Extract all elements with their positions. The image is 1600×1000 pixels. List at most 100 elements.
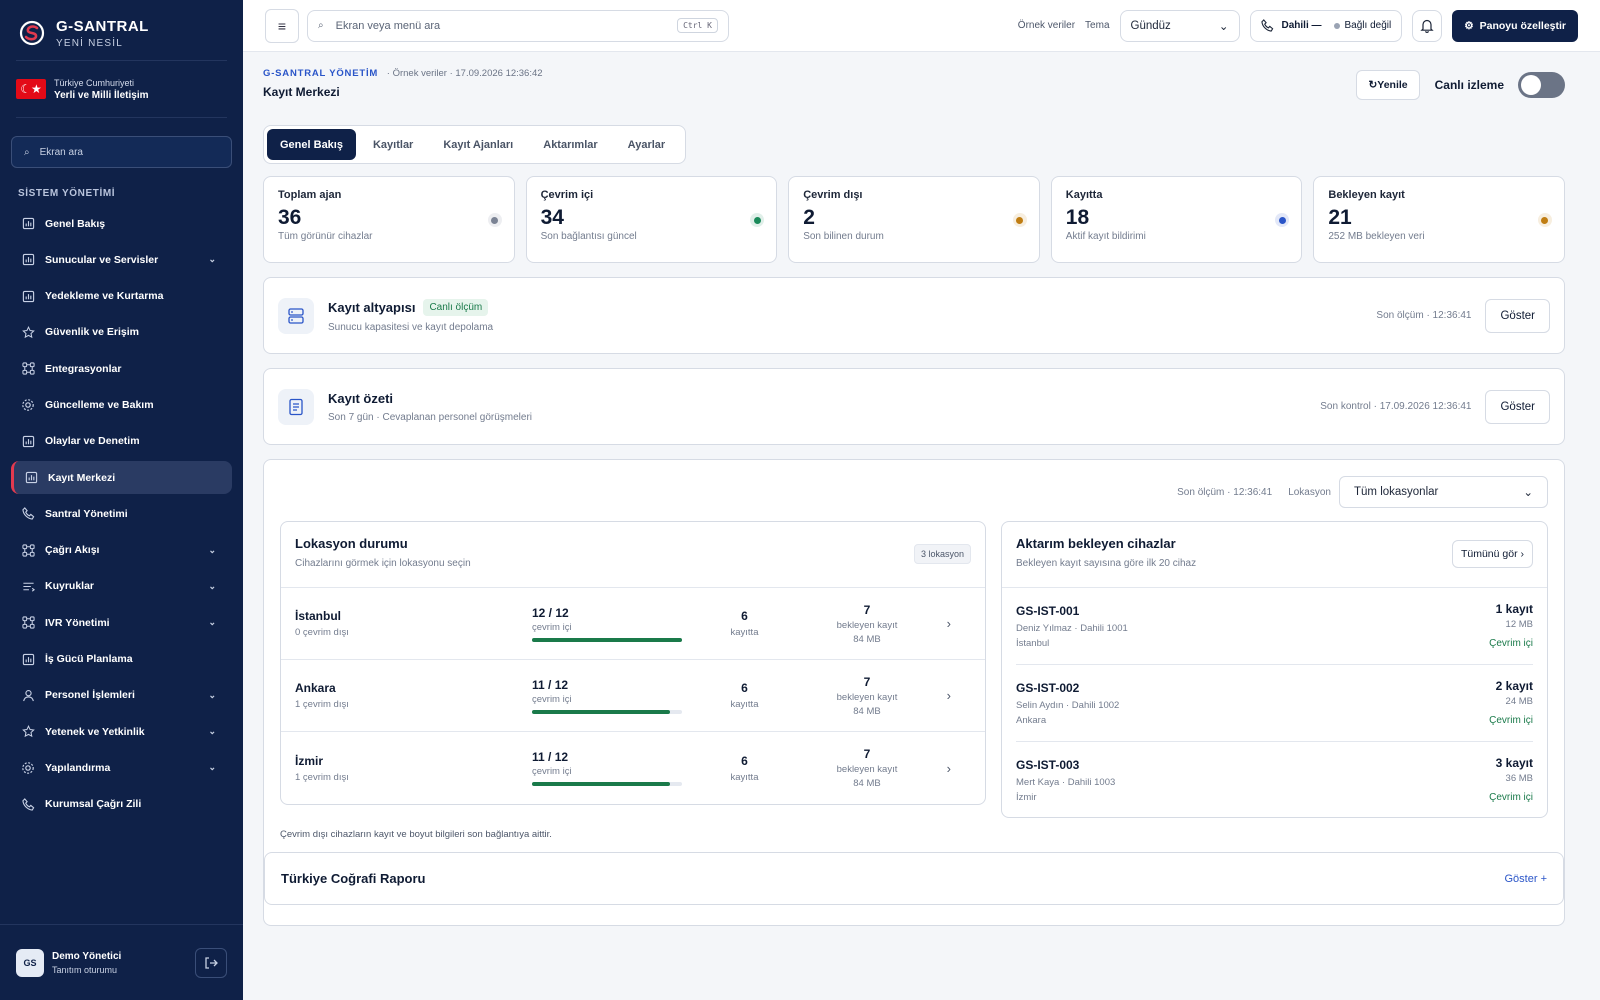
global-search-input[interactable]: ⌕ Ekran veya menü ara Ctrl K (307, 9, 729, 42)
menu-toggle-button[interactable]: ≡ (265, 8, 299, 43)
device-row[interactable]: GS-IST-003 Mert Kaya · Dahili 1003 İzmir 3 … (1016, 742, 1533, 819)
sidebar-item-label: Santral Yönetimi (45, 507, 128, 520)
online-count: 11 / 12 (532, 750, 569, 764)
location-name: İzmir (295, 753, 324, 768)
stat-label: Çevrim içi (540, 189, 594, 201)
chevron-down-icon: ⌄ (208, 617, 216, 628)
sidebar-item-güvenlik-ve-erişim[interactable]: Güvenlik ve Erişim (11, 316, 232, 349)
location-row[interactable]: Ankara 1 çevrim dışı 11 / 12 çevrim içi 6 kay… (281, 660, 985, 732)
location-count-badge: 3 lokasyon (913, 544, 971, 564)
main: ≡ ⌕ Ekran veya menü ara Ctrl K Örnek ver… (243, 0, 1600, 1000)
turkey-flag-icon: ☾★ (16, 79, 46, 99)
tab-3[interactable]: Aktarımlar (530, 129, 610, 160)
stat-card[interactable]: Kayıtta 18 Aktif kayıt bildirimi (1050, 176, 1303, 263)
location-name: İstanbul (295, 609, 342, 623)
breadcrumb-system[interactable]: G-SANTRAL YÖNETİM (263, 68, 378, 79)
location-row[interactable]: İzmir 1 çevrim dışı 11 / 12 çevrim içi 6 kayı… (281, 732, 985, 804)
stat-subtitle: Son bağlantısı güncel (540, 231, 637, 242)
location-pending: 7 bekleyen kayıt 84 MB (807, 747, 927, 789)
location-recording: 6 kayıtta (696, 754, 793, 783)
status-dot (1333, 22, 1340, 29)
sidebar-item-label: Olaylar ve Denetim (45, 435, 140, 448)
stat-card[interactable]: Çevrim dışı 2 Son bilinen durum (788, 176, 1040, 263)
infrastructure-title-row: Kayıt altyapısı Canlı ölçüm (328, 298, 493, 316)
location-select[interactable]: Tüm lokasyonlar ⌄ (1339, 476, 1548, 508)
see-all-button[interactable]: Tümünü gör › (1451, 540, 1533, 568)
summary-timestamp: Son kontrol · 17.09.2026 12:36:41 (1320, 401, 1472, 412)
user-box: GS Demo Yönetici Tanıtım oturumu (0, 924, 243, 1000)
tab-bar: Genel Bakış Kayıtlar Kayıt Ajanları Aktarım… (263, 125, 687, 164)
recording-count: 6 (741, 609, 748, 623)
infrastructure-show-button[interactable]: Göster (1485, 298, 1550, 333)
sidebar-item-entegrasyonlar[interactable]: Entegrasyonlar (11, 352, 232, 385)
online-count: 12 / 12 (532, 605, 569, 620)
theme-select[interactable]: Gündüz ⌄ (1119, 9, 1240, 42)
tab-2[interactable]: Kayıt Ajanları (430, 129, 526, 160)
stat-card[interactable]: Toplam ajan 36 Tüm görünür cihazlar (263, 176, 515, 263)
sidebar-item-çağrı-akışı[interactable]: Çağrı Akışı ⌄ (11, 534, 232, 567)
extension-status[interactable]: Dahili — Bağlı değil (1249, 9, 1403, 42)
recording-count: 6 (741, 681, 748, 695)
sidebar-item-kurumsal-çağrı-zili[interactable]: Kurumsal Çağrı Zili (11, 788, 232, 821)
devices-card-header: Aktarım bekleyen cihazlar Bekleyen kayıt… (1002, 522, 1547, 588)
live-monitoring-toggle[interactable] (1518, 72, 1565, 98)
avatar[interactable]: GS (16, 948, 44, 977)
recording-label: kayıtta (730, 699, 759, 710)
sidebar-item-olaylar-ve-denetim[interactable]: Olaylar ve Denetim (11, 425, 232, 458)
search-icon: ⌕ (318, 20, 324, 31)
sidebar-item-genel-bakış[interactable]: Genel Bakış (11, 207, 232, 240)
sidebar-item-personel-i-şlemleri[interactable]: Personel İşlemleri ⌄ (11, 679, 232, 712)
status-dot-icon (487, 213, 502, 227)
sidebar-item-label: Kurumsal Çağrı Zili (45, 798, 142, 811)
chart-icon (21, 253, 35, 267)
brand[interactable]: G-SANTRAL YENİ NESİL (0, 0, 243, 50)
infrastructure-actions: Son ölçüm · 12:36:41 Göster (1376, 298, 1550, 333)
sidebar-item-sunucular-ve-servisler[interactable]: Sunucular ve Servisler ⌄ (11, 243, 232, 276)
location-online: 11 / 12 çevrim içi (532, 750, 682, 786)
sidebar-item-yedekleme-ve-kurtarma[interactable]: Yedekleme ve Kurtarma (11, 280, 232, 313)
tab-0[interactable]: Genel Bakış (267, 129, 356, 160)
document-icon (278, 388, 314, 425)
tab-1[interactable]: Kayıtlar (360, 129, 426, 160)
sidebar-item-yapılandırma[interactable]: Yapılandırma ⌄ (11, 751, 232, 784)
tab-4[interactable]: Ayarlar (615, 129, 679, 160)
infrastructure-timestamp: Son ölçüm · 12:36:41 (1376, 310, 1472, 321)
sidebar-item-kuyruklar[interactable]: Kuyruklar ⌄ (11, 570, 232, 603)
device-row[interactable]: GS-IST-001 Deniz Yılmaz · Dahili 1001 İsta… (1016, 588, 1533, 665)
device-record-count: 1 kayıt (1495, 602, 1533, 616)
device-info: GS-IST-003 Mert Kaya · Dahili 1003 İzmir (1016, 742, 1115, 819)
sidebar-item-santral-yönetimi[interactable]: Santral Yönetimi (11, 497, 232, 530)
stat-card[interactable]: Çevrim içi 34 Son bağlantısı güncel (525, 176, 778, 263)
nodes-icon (21, 616, 35, 630)
sidebar-item-label: Personel İşlemleri (45, 689, 135, 702)
overview-panel: Son ölçüm · 12:36:41 Lokasyon Tüm lokasy… (263, 459, 1565, 926)
location-row[interactable]: İstanbul 0 çevrim dışı 12 / 12 çevrim içi 6 k… (281, 588, 985, 660)
device-id: GS-IST-003 (1016, 758, 1080, 772)
geo-report-show-button[interactable]: Göster + (1505, 873, 1548, 885)
stat-subtitle: Tüm görünür cihazlar (278, 231, 373, 242)
sidebar-item-kayıt-merkezi[interactable]: Kayıt Merkezi (11, 461, 232, 495)
logo-icon (19, 20, 45, 46)
sidebar-item-label: Kayıt Merkezi (48, 471, 116, 484)
sidebar-item-i-ş-gücü-planlama[interactable]: İş Gücü Planlama (11, 643, 232, 676)
stat-card[interactable]: Bekleyen kayıt 21 252 MB bekleyen veri (1313, 176, 1565, 263)
chart-icon (21, 289, 35, 303)
logout-button[interactable] (195, 947, 227, 978)
refresh-button[interactable]: ↻ Yenile (1356, 70, 1420, 100)
summary-show-button[interactable]: Göster (1485, 389, 1550, 424)
pending-size: 84 MB (853, 705, 881, 717)
global-search-placeholder: Ekran veya menü ara (335, 19, 441, 32)
sidebar-search-input[interactable]: ⌕ Ekran ara (11, 136, 232, 168)
overview-columns: Lokasyon durumu Cihazlarını görmek için … (280, 521, 1548, 818)
country-line-1: Türkiye Cumhuriyeti (54, 77, 135, 88)
sidebar-item-yetenek-ve-yetkinlik[interactable]: Yetenek ve Yetkinlik ⌄ (11, 715, 232, 748)
notifications-button[interactable] (1412, 9, 1443, 42)
bell-icon (1420, 19, 1434, 33)
device-row[interactable]: GS-IST-002 Selin Aydın · Dahili 1002 Ankar… (1016, 665, 1533, 742)
geo-report-section[interactable]: Türkiye Coğrafi Raporu Göster + (264, 852, 1564, 905)
location-info: Ankara 1 çevrim dışı (295, 681, 532, 710)
customize-dashboard-button[interactable]: ⚙ Panoyu özelleştir (1452, 9, 1578, 42)
sidebar-item-label: Yedekleme ve Kurtarma (45, 290, 164, 303)
sidebar-item-ivr-yönetimi[interactable]: IVR Yönetimi ⌄ (11, 606, 232, 639)
sidebar-item-güncelleme-ve-bakım[interactable]: Güncelleme ve Bakım (11, 388, 232, 421)
